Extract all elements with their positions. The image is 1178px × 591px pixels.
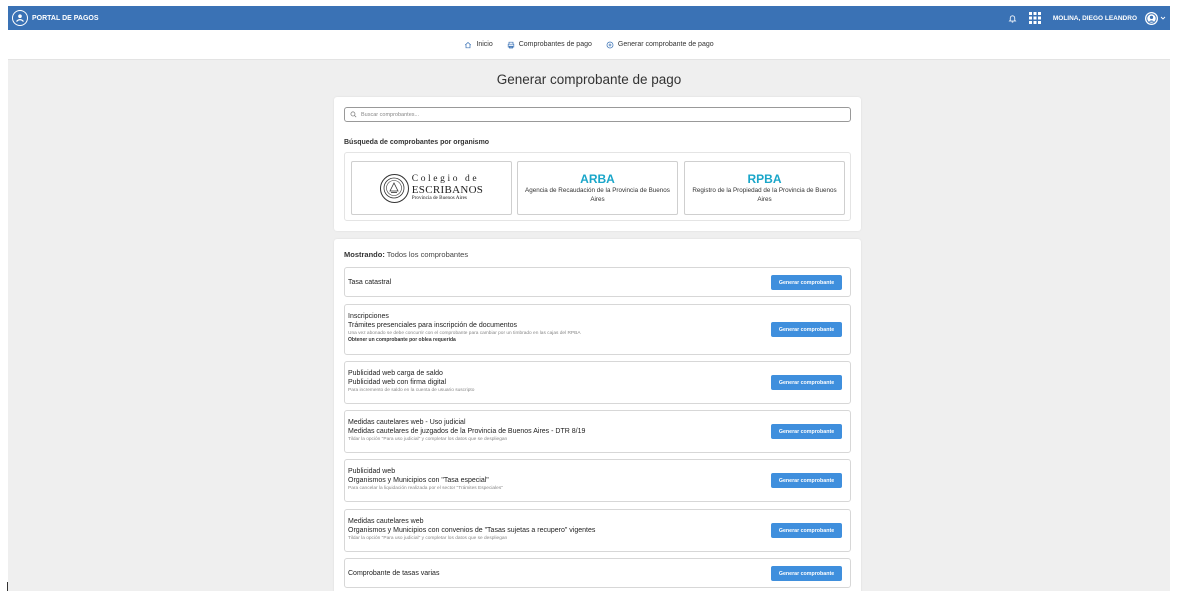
voucher-note: Para incremento de saldo en la cuenta de… (348, 388, 475, 393)
voucher-title: Inscripciones (348, 313, 389, 320)
brand[interactable]: PORTAL DE PAGOS (12, 10, 99, 26)
breadcrumb-label: Comprobantes de pago (518, 41, 592, 48)
organism-acronym: RPBA (747, 172, 782, 186)
printer-icon (507, 41, 515, 49)
organism-acronym: ARBA (580, 172, 615, 186)
apps-grid-icon[interactable] (1028, 12, 1041, 24)
voucher-item: Comprobante de tasas varias Generar comp… (344, 558, 851, 588)
voucher-title: Medidas cautelares web - Uso judicial (348, 419, 466, 426)
organism-description: Agencia de Recaudación de la Provincia d… (525, 187, 670, 203)
voucher-item: Tasa catastral Generar comprobante (344, 267, 851, 297)
voucher-note: Tildar la opción "Para uso judicial" y c… (348, 536, 508, 541)
portal-logo-icon (12, 10, 28, 26)
voucher-link[interactable]: Obtener un comprobante por oblea requeri… (348, 337, 768, 344)
voucher-note: Una vez abonado se debe concurrir con el… (348, 331, 581, 336)
voucher-note: Para cancelar la liquidación realizada p… (348, 486, 503, 491)
search-box (344, 107, 851, 122)
voucher-item: Medidas cautelares web Organismos y Muni… (344, 509, 851, 552)
voucher-item: Publicidad web carga de saldo Publicidad… (344, 361, 851, 404)
organism-escribanos[interactable]: Colegio de ESCRIBANOS Provincia de Bueno… (351, 161, 512, 215)
generate-voucher-button[interactable]: Generar comprobante (771, 566, 842, 581)
breadcrumb-current: Generar comprobante de pago (606, 41, 714, 49)
search-icon (350, 111, 357, 118)
generate-voucher-button[interactable]: Generar comprobante (771, 275, 842, 290)
voucher-subtitle: Medidas cautelares de juzgados de la Pro… (348, 428, 586, 435)
generate-voucher-button[interactable]: Generar comprobante (771, 523, 842, 538)
showing-value: Todos los comprobantes (386, 250, 469, 259)
escribanos-line-3: Provincia de Buenos Aires (411, 194, 467, 201)
filter-status: Mostrando: Todos los comprobantes (344, 250, 468, 259)
generate-voucher-button[interactable]: Generar comprobante (771, 424, 842, 439)
voucher-title: Tasa catastral (348, 279, 392, 286)
top-navbar: PORTAL DE PAGOS MOLINA, DIEGO LEANDRO (8, 6, 1170, 30)
voucher-title: Publicidad web carga de saldo (348, 370, 443, 377)
voucher-subtitle: Organismos y Municipios con convenios de… (348, 527, 596, 534)
voucher-title: Comprobante de tasas varias (348, 570, 440, 577)
escribanos-line-2: ESCRIBANOS (411, 183, 484, 196)
home-icon (464, 41, 472, 49)
voucher-note: Tildar la opción "Para uso judicial" y c… (348, 437, 508, 442)
seal-icon (379, 173, 409, 203)
voucher-title: Medidas cautelares web (348, 518, 424, 525)
breadcrumb-home[interactable]: Inicio (464, 41, 493, 49)
showing-label: Mostrando: (344, 250, 385, 259)
voucher-title: Publicidad web (348, 468, 396, 475)
user-name[interactable]: MOLINA, DIEGO LEANDRO (1053, 15, 1137, 22)
generate-voucher-button[interactable]: Generar comprobante (771, 322, 842, 337)
organism-rpba[interactable]: RPBA Registro de la Propiedad de la Prov… (684, 161, 845, 215)
breadcrumb: Inicio Comprobantes de pago Generar comp… (8, 30, 1170, 60)
user-avatar-icon (1145, 11, 1158, 25)
voucher-subtitle: Publicidad web con firma digital (348, 379, 447, 386)
vouchers-card: Mostrando: Todos los comprobantes Tasa c… (334, 239, 861, 591)
chevron-down-icon (1160, 15, 1166, 21)
organisms-heading: Búsqueda de comprobantes por organismo (344, 139, 490, 146)
main-content: Generar comprobante de pago Búsqueda de … (8, 60, 1170, 591)
organism-description: Registro de la Propiedad de la Provincia… (692, 187, 837, 203)
window-edge (7, 582, 8, 591)
organism-arba[interactable]: ARBA Agencia de Recaudación de la Provin… (517, 161, 678, 215)
search-card: Búsqueda de comprobantes por organismo C… (334, 97, 861, 231)
voucher-item: Inscripciones Trámites presenciales para… (344, 304, 851, 355)
breadcrumb-label: Inicio (476, 41, 493, 48)
brand-title: PORTAL DE PAGOS (32, 14, 99, 22)
voucher-item: Publicidad web Organismos y Municipios c… (344, 459, 851, 502)
generate-voucher-button[interactable]: Generar comprobante (771, 375, 842, 390)
voucher-item: Medidas cautelares web - Uso judicial Me… (344, 410, 851, 453)
breadcrumb-label: Generar comprobante de pago (617, 41, 714, 48)
voucher-subtitle: Trámites presenciales para inscripción d… (348, 322, 517, 329)
escribanos-logo: Colegio de ESCRIBANOS Provincia de Bueno… (379, 173, 484, 203)
search-input[interactable] (361, 111, 831, 118)
organisms-container: Colegio de ESCRIBANOS Provincia de Bueno… (344, 152, 851, 221)
voucher-subtitle: Organismos y Municipios con "Tasa especi… (348, 477, 489, 484)
generate-voucher-button[interactable]: Generar comprobante (771, 473, 842, 488)
page-title: Generar comprobante de pago (496, 72, 682, 87)
user-menu[interactable] (1145, 11, 1166, 25)
breadcrumb-vouchers[interactable]: Comprobantes de pago (507, 41, 592, 49)
plus-circle-icon (606, 41, 614, 49)
bell-icon[interactable] (1008, 14, 1017, 23)
